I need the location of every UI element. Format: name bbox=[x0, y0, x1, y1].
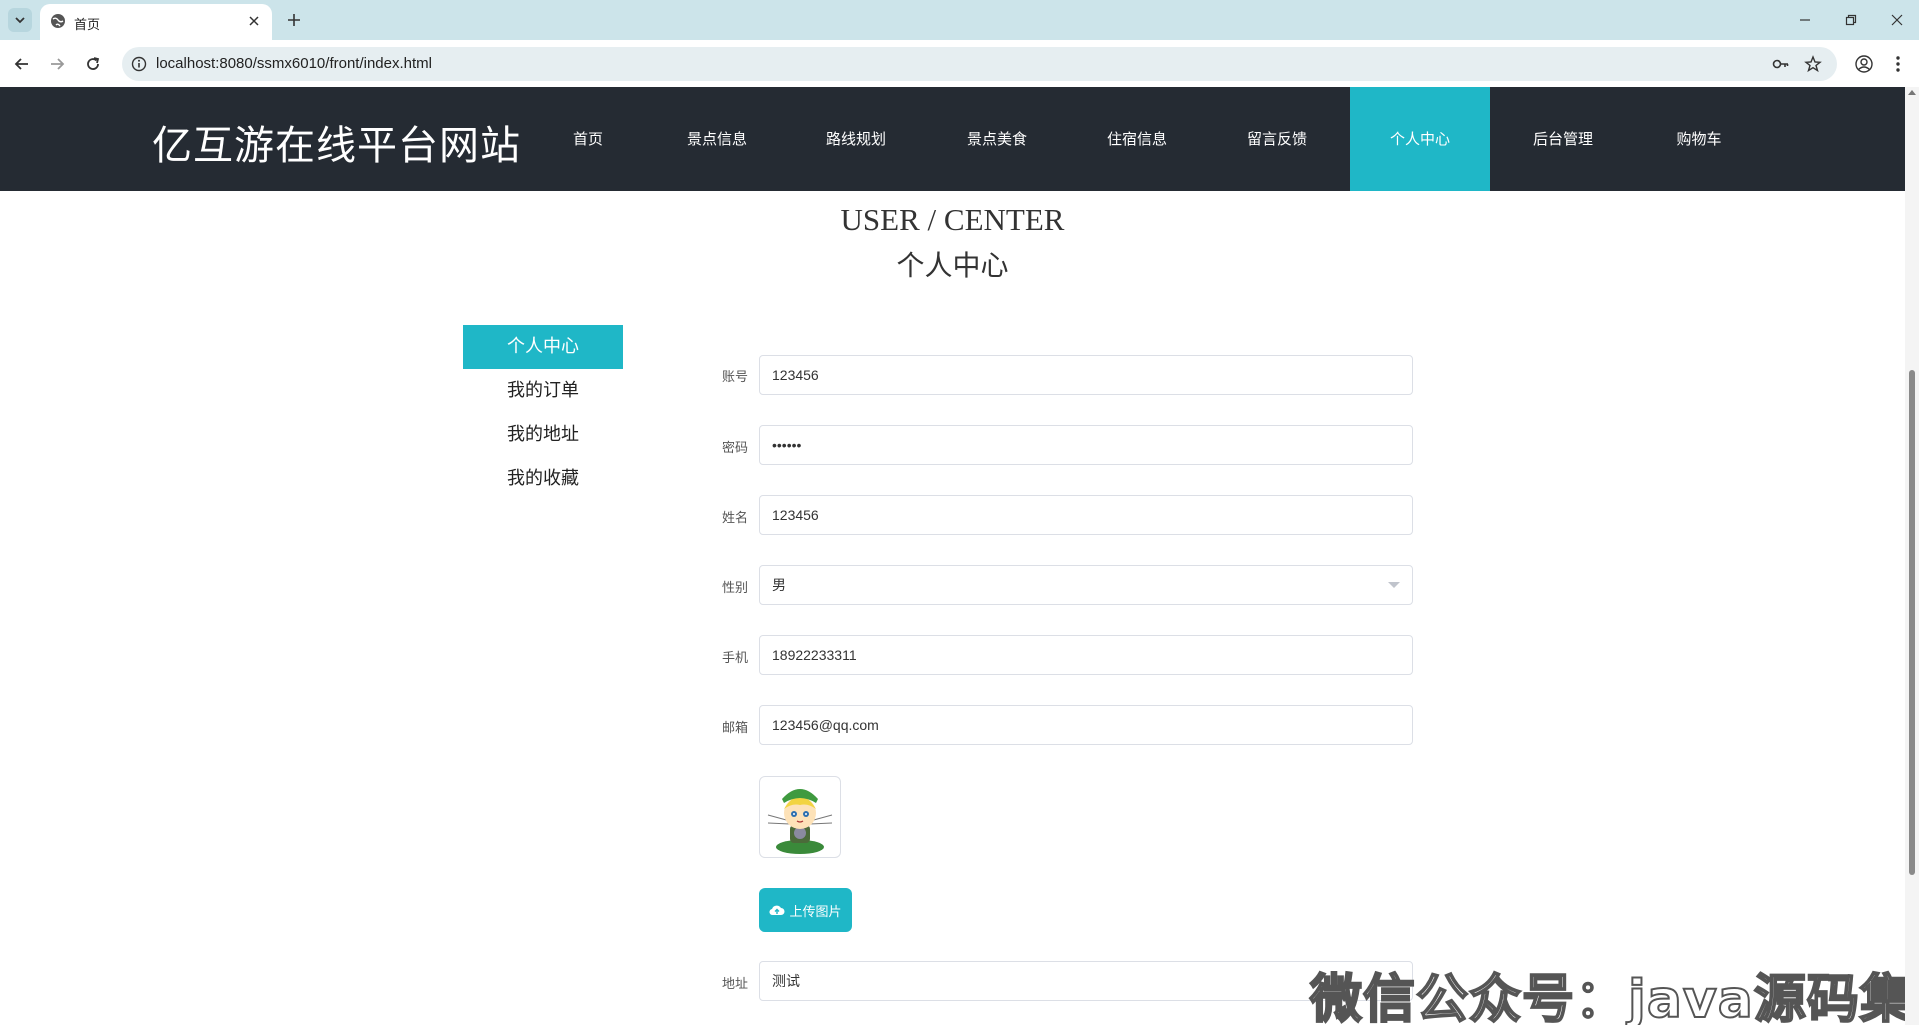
nav-admin[interactable]: 后台管理 bbox=[1518, 87, 1608, 191]
new-tab-button[interactable] bbox=[282, 8, 306, 32]
close-window-button[interactable] bbox=[1875, 4, 1919, 36]
cloud-upload-icon bbox=[769, 905, 785, 916]
browser-toolbar: localhost:8080/ssmx6010/front/index.html bbox=[0, 40, 1919, 87]
side-menu-my-orders[interactable]: 我的订单 bbox=[463, 369, 623, 413]
close-icon bbox=[1891, 14, 1903, 26]
phone-field[interactable]: 18922233311 bbox=[759, 635, 1413, 675]
restore-button[interactable] bbox=[1829, 4, 1873, 36]
name-value: 123456 bbox=[772, 507, 819, 523]
nav-cart[interactable]: 购物车 bbox=[1654, 87, 1744, 191]
reload-button[interactable] bbox=[79, 50, 107, 78]
address-label: 地址 bbox=[721, 977, 748, 992]
email-label: 邮箱 bbox=[721, 721, 748, 736]
password-value: •••••• bbox=[772, 437, 802, 453]
account-icon bbox=[1855, 55, 1873, 73]
section-title-zh: 个人中心 bbox=[896, 249, 1009, 282]
star-icon[interactable] bbox=[1804, 55, 1822, 73]
address-bar[interactable]: localhost:8080/ssmx6010/front/index.html bbox=[122, 47, 1837, 81]
upload-image-button[interactable]: 上传图片 bbox=[759, 888, 852, 932]
account-value: 123456 bbox=[772, 367, 819, 383]
plus-icon bbox=[288, 14, 300, 26]
nav-local-food[interactable]: 景点美食 bbox=[952, 87, 1042, 191]
browser-menu-button[interactable] bbox=[1884, 50, 1912, 78]
address-value: 测试 bbox=[772, 973, 800, 989]
back-button[interactable] bbox=[8, 50, 36, 78]
more-vertical-icon bbox=[1896, 56, 1900, 72]
nav-home[interactable]: 首页 bbox=[553, 87, 623, 191]
globe-icon bbox=[51, 14, 65, 28]
nav-route-planning[interactable]: 路线规划 bbox=[811, 87, 901, 191]
chevron-down-icon bbox=[15, 17, 25, 24]
side-menu-user-center[interactable]: 个人中心 bbox=[463, 325, 623, 369]
browser-tab-active[interactable]: 首页 bbox=[40, 4, 272, 40]
info-icon[interactable] bbox=[131, 56, 147, 72]
email-value: 123456@qq.com bbox=[772, 717, 879, 733]
close-icon bbox=[249, 16, 259, 26]
gender-select[interactable]: 男 bbox=[759, 565, 1413, 605]
avatar-image bbox=[759, 776, 841, 858]
password-label: 密码 bbox=[721, 441, 748, 456]
arrow-right-icon bbox=[51, 58, 65, 70]
tab-title: 首页 bbox=[74, 18, 101, 33]
email-field[interactable]: 123456@qq.com bbox=[759, 705, 1413, 745]
minimize-button[interactable] bbox=[1783, 4, 1827, 36]
url-text[interactable]: localhost:8080/ssmx6010/front/index.html bbox=[156, 55, 432, 72]
nav-feedback[interactable]: 留言反馈 bbox=[1232, 87, 1322, 191]
side-menu-my-addresses[interactable]: 我的地址 bbox=[463, 413, 623, 457]
site-title[interactable]: 亿互游在线平台网站 bbox=[152, 113, 521, 171]
watermark-text: 微信公众号：java源码集合 bbox=[1309, 969, 1905, 1025]
phone-value: 18922233311 bbox=[772, 647, 857, 663]
arrow-left-icon bbox=[14, 58, 28, 70]
nav-attractions[interactable]: 景点信息 bbox=[672, 87, 762, 191]
tab-list-button[interactable] bbox=[8, 8, 32, 32]
browser-tabstrip: 首页 bbox=[0, 0, 1919, 40]
minimize-icon bbox=[1800, 19, 1810, 21]
page-scrollbar[interactable] bbox=[1905, 87, 1919, 1025]
profile-button[interactable] bbox=[1850, 50, 1878, 78]
name-field[interactable]: 123456 bbox=[759, 495, 1413, 535]
scroll-up-arrow-icon[interactable] bbox=[1908, 90, 1916, 95]
tab-close-button[interactable] bbox=[244, 11, 264, 31]
forward-button[interactable] bbox=[43, 50, 71, 78]
section-title-en: USER / CENTER bbox=[840, 202, 1065, 237]
nav-lodging[interactable]: 住宿信息 bbox=[1092, 87, 1182, 191]
key-icon[interactable] bbox=[1772, 55, 1790, 73]
gender-value: 男 bbox=[772, 577, 786, 593]
reload-icon bbox=[87, 57, 100, 70]
upload-image-label: 上传图片 bbox=[789, 904, 842, 920]
name-label: 姓名 bbox=[721, 511, 748, 526]
nav-user-center[interactable]: 个人中心 bbox=[1350, 87, 1490, 191]
site-header: 亿互游在线平台网站 首页 景点信息 路线规划 景点美食 住宿信息 留言反馈 个人… bbox=[0, 87, 1905, 191]
scrollbar-thumb[interactable] bbox=[1909, 370, 1915, 875]
dropdown-arrow-icon bbox=[1388, 582, 1400, 588]
account-label: 账号 bbox=[721, 370, 748, 385]
gender-label: 性别 bbox=[721, 581, 748, 596]
restore-icon bbox=[1845, 14, 1857, 26]
side-menu-my-favorites[interactable]: 我的收藏 bbox=[463, 457, 623, 501]
phone-label: 手机 bbox=[721, 651, 748, 666]
avatar-cartoon bbox=[767, 789, 833, 854]
page-viewport: 亿互游在线平台网站 首页 景点信息 路线规划 景点美食 住宿信息 留言反馈 个人… bbox=[0, 87, 1905, 1025]
password-field[interactable]: •••••• bbox=[759, 425, 1413, 465]
account-field[interactable]: 123456 bbox=[759, 355, 1413, 395]
